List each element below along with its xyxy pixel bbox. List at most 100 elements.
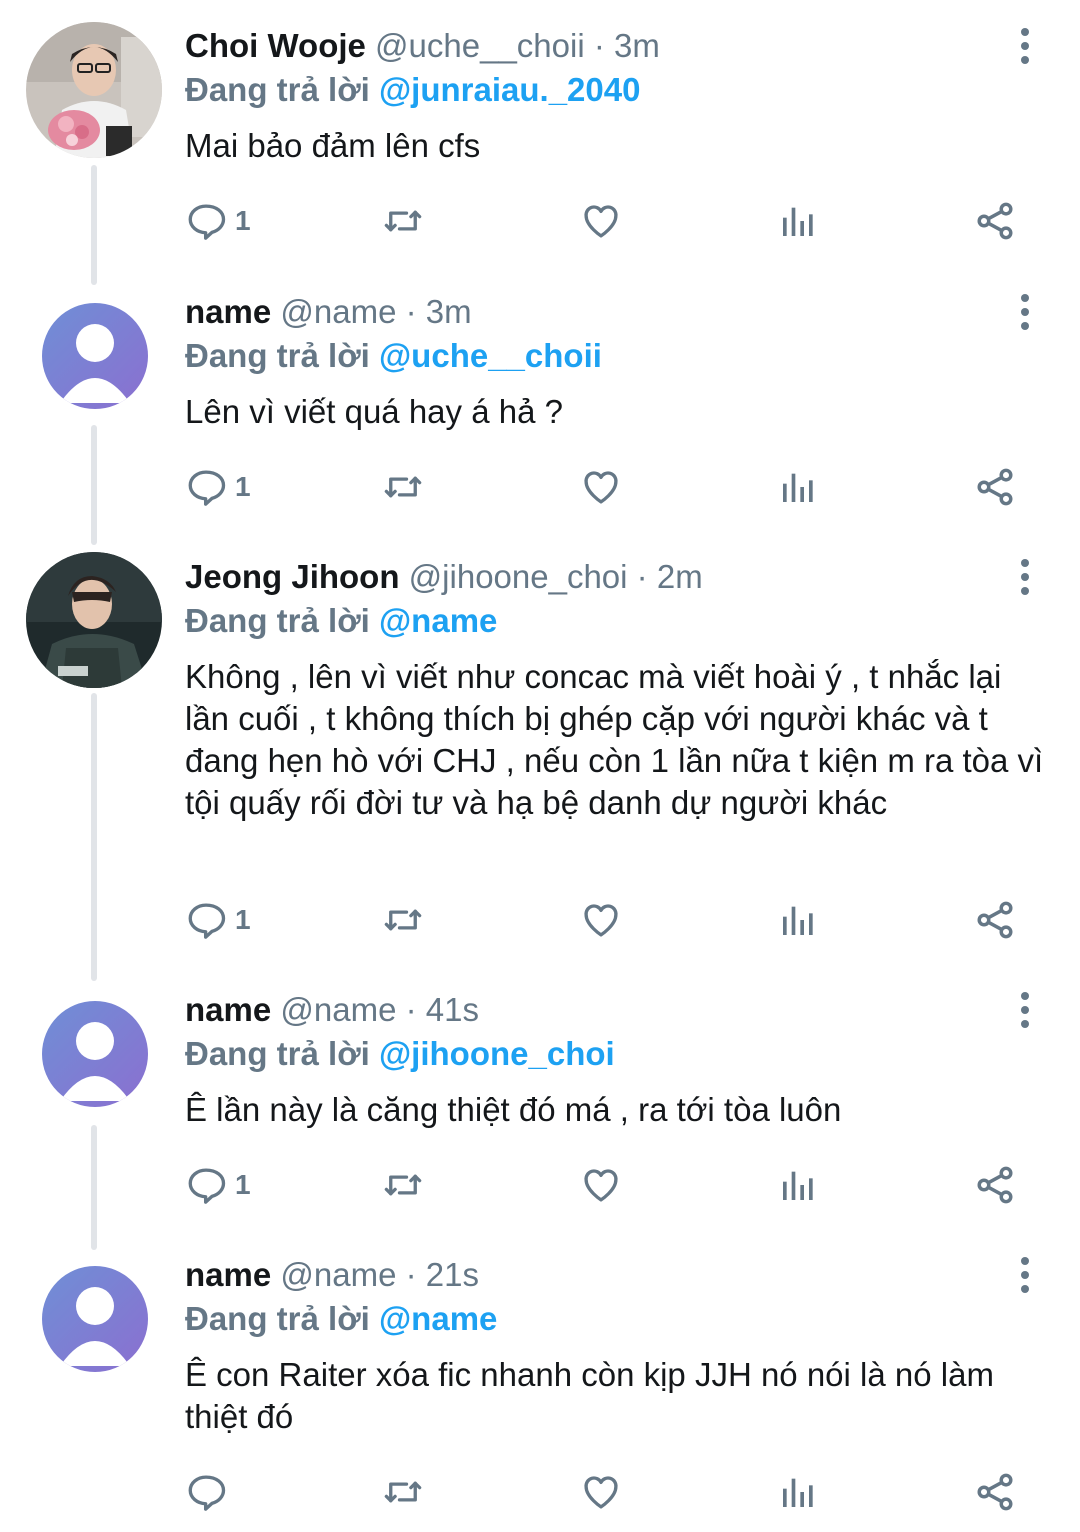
heart-icon [584, 1476, 618, 1509]
analytics-button[interactable] [778, 896, 818, 944]
tweet-text: Ê con Raiter xóa fic nhanh còn kịp JJH n… [185, 1356, 994, 1435]
separator-dot: · [405, 293, 417, 330]
like-button[interactable] [580, 197, 622, 245]
tweet-text: Mai bảo đảm lên cfs [185, 127, 481, 164]
tweet-header: name @name · 3m [185, 290, 1050, 334]
analytics-icon [783, 207, 813, 236]
share-button[interactable] [973, 1468, 1017, 1516]
user-handle[interactable]: @name [280, 991, 396, 1028]
reply-count: 1 [235, 471, 251, 502]
heart-icon [584, 471, 618, 504]
replying-to: Đang trả lời @jihoone_choi [185, 1032, 1050, 1076]
tweet-header: name @name · 41s [185, 988, 1050, 1032]
display-name[interactable]: name [185, 991, 271, 1028]
reply-target-link[interactable]: @junraiau._2040 [379, 71, 640, 108]
reply-button[interactable] [185, 1468, 235, 1516]
retweet-button[interactable] [381, 463, 425, 511]
analytics-button[interactable] [778, 1468, 818, 1516]
retweet-button[interactable] [381, 1468, 425, 1516]
more-vertical-icon[interactable] [1010, 24, 1040, 68]
retweet-icon [384, 1174, 422, 1196]
replying-to: Đang trả lời @name [185, 1297, 1050, 1341]
reply-count: 1 [235, 904, 251, 935]
retweet-icon [384, 909, 422, 931]
default-avatar-icon [42, 1001, 148, 1107]
tweet-item[interactable]: Choi Wooje @uche__choii · 3m Đang trả lờ… [0, 0, 1080, 270]
separator-dot: · [636, 558, 648, 595]
retweet-button[interactable] [381, 1161, 425, 1209]
share-button[interactable] [973, 197, 1017, 245]
tweet-item[interactable]: Jeong Jihoon @jihoone_choi · 2m Đang trả… [0, 535, 1080, 968]
avatar[interactable] [42, 1266, 148, 1372]
reply-button[interactable]: 1 [185, 197, 251, 245]
separator-dot: · [405, 1256, 417, 1293]
tweet-item[interactable]: name @name · 21s Đang trả lời @name Ê co… [0, 1233, 1080, 1532]
tweet-actions: 1 [185, 1161, 1035, 1209]
display-name[interactable]: Choi Wooje [185, 27, 366, 64]
user-handle[interactable]: @jihoone_choi [409, 558, 628, 595]
avatar[interactable] [42, 1001, 148, 1107]
analytics-button[interactable] [778, 197, 818, 245]
timestamp[interactable]: 3m [426, 293, 472, 330]
timestamp[interactable]: 3m [614, 27, 660, 64]
share-icon [977, 1473, 1013, 1511]
heart-icon [584, 1169, 618, 1202]
like-button[interactable] [580, 463, 622, 511]
avatar[interactable] [42, 303, 148, 409]
analytics-button[interactable] [778, 463, 818, 511]
avatar[interactable] [26, 22, 162, 158]
replying-to: Đang trả lời @uche__choii [185, 334, 1050, 378]
analytics-icon [783, 1171, 813, 1200]
like-button[interactable] [580, 1161, 622, 1209]
display-name[interactable]: name [185, 1256, 271, 1293]
more-vertical-icon[interactable] [1010, 1253, 1040, 1297]
like-button[interactable] [580, 896, 622, 944]
share-button[interactable] [973, 1161, 1017, 1209]
separator-dot: · [405, 991, 417, 1028]
retweet-icon [384, 476, 422, 498]
analytics-button[interactable] [778, 1161, 818, 1209]
share-icon [977, 1166, 1013, 1204]
reply-count: 1 [235, 205, 251, 236]
timestamp[interactable]: 41s [426, 991, 479, 1028]
timestamp[interactable]: 2m [657, 558, 703, 595]
avatar[interactable] [26, 552, 162, 688]
reply-target-link[interactable]: @jihoone_choi [379, 1035, 615, 1072]
user-handle[interactable]: @name [280, 293, 396, 330]
user-handle[interactable]: @uche__choii [375, 27, 585, 64]
default-avatar-icon [42, 303, 148, 409]
reply-prefix: Đang trả lời [185, 602, 370, 639]
timestamp[interactable]: 21s [426, 1256, 479, 1293]
share-button[interactable] [973, 463, 1017, 511]
analytics-icon [783, 1478, 813, 1507]
display-name[interactable]: name [185, 293, 271, 330]
like-button[interactable] [580, 1468, 622, 1516]
more-vertical-icon[interactable] [1010, 290, 1040, 334]
tweet-item[interactable]: name @name · 3m Đang trả lời @uche__choi… [0, 270, 1080, 535]
more-vertical-icon[interactable] [1010, 555, 1040, 599]
reply-prefix: Đang trả lời [185, 1035, 370, 1072]
tweet-actions: 1 [185, 197, 1035, 245]
tweet-header: Choi Wooje @uche__choii · 3m [185, 24, 1050, 68]
retweet-button[interactable] [381, 896, 425, 944]
share-icon [977, 202, 1013, 240]
retweet-button[interactable] [381, 197, 425, 245]
reply-button[interactable]: 1 [185, 896, 251, 944]
share-icon [977, 901, 1013, 939]
reply-bubble-icon [188, 204, 226, 240]
tweet-actions [185, 1468, 1035, 1516]
analytics-icon [783, 906, 813, 935]
reply-target-link[interactable]: @name [379, 1300, 497, 1337]
reply-bubble-icon [188, 1168, 226, 1204]
reply-bubble-icon [188, 470, 226, 506]
tweet-item[interactable]: name @name · 41s Đang trả lời @jihoone_c… [0, 968, 1080, 1233]
reply-button[interactable]: 1 [185, 1161, 251, 1209]
reply-target-link[interactable]: @uche__choii [379, 337, 602, 374]
share-button[interactable] [973, 896, 1017, 944]
reply-button[interactable]: 1 [185, 463, 251, 511]
more-vertical-icon[interactable] [1010, 988, 1040, 1032]
reply-target-link[interactable]: @name [379, 602, 497, 639]
heart-icon [584, 904, 618, 937]
user-handle[interactable]: @name [280, 1256, 396, 1293]
display-name[interactable]: Jeong Jihoon [185, 558, 400, 595]
